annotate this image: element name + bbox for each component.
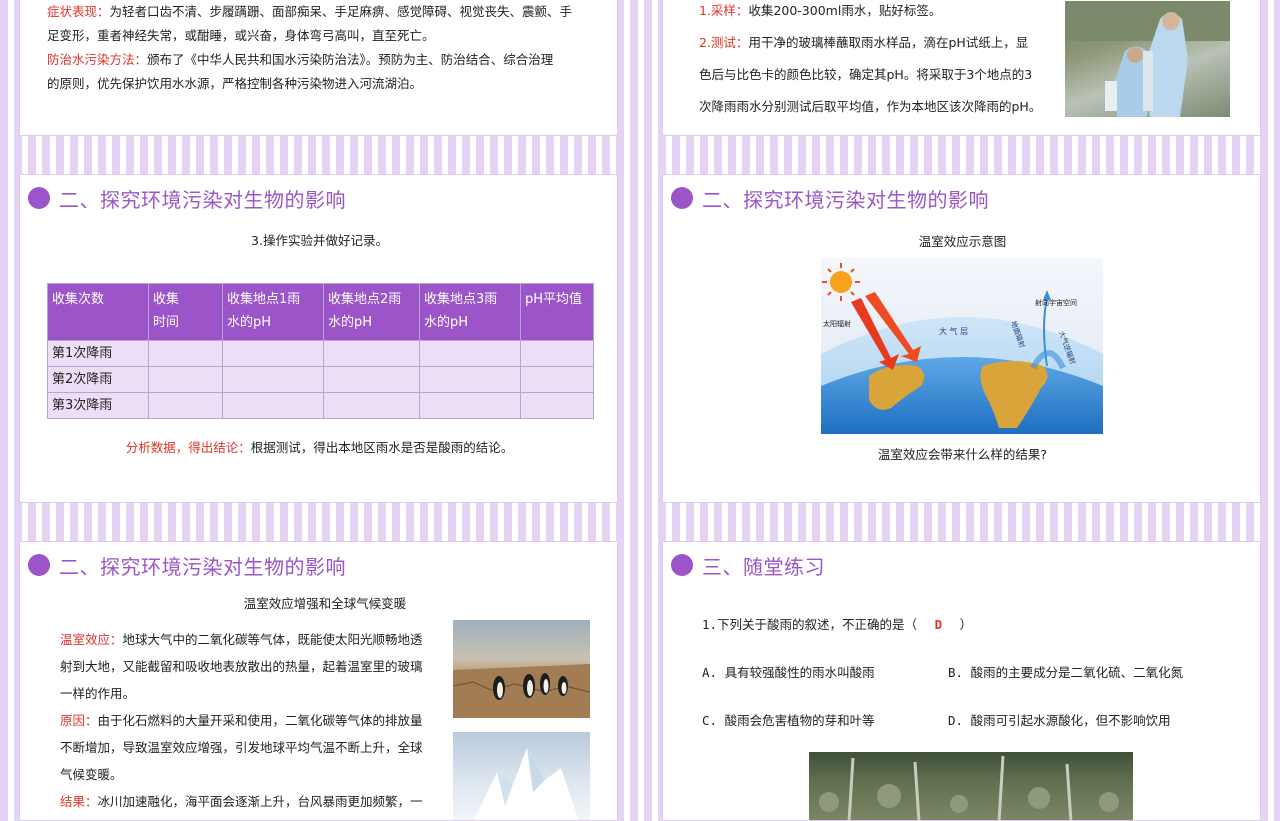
- slide-global-warming: 二、探究环境污染对生物的影响 温室效应增强和全球气候变暖 温室效应：地球大气中的…: [19, 541, 618, 821]
- table-header: pH平均值: [520, 283, 594, 341]
- step2-label: 2.测试：: [699, 35, 749, 50]
- slide-title: 二、探究环境污染对生物的影响: [59, 187, 346, 212]
- question-text: 1.下列关于酸雨的叙述，不正确的是（: [702, 617, 918, 632]
- analysis-body: 根据测试，得出本地区雨水是否是酸雨的结论。: [250, 440, 514, 455]
- label-space: 射向宇宙空间: [1035, 298, 1077, 307]
- step1-label: 1.采样：: [699, 3, 749, 18]
- iceberg-photo: [453, 732, 590, 820]
- table-header: 收集地点3雨 水的pH: [419, 283, 521, 341]
- slide-header: 二、探究环境污染对生物的影响: [28, 550, 346, 580]
- greenhouse-diagram: 太阳辐射 射向宇宙空间 大 气 层 地面辐射 大气逆辐射: [821, 258, 1103, 434]
- sampling-photo: [1065, 1, 1230, 117]
- step1-text: 收集200-300ml雨水，贴好标签。: [748, 3, 942, 18]
- option-a[interactable]: A. 具有较强酸性的雨水叫酸雨: [702, 662, 875, 681]
- table-row: 第2次降雨: [47, 366, 594, 393]
- effect-text-2: 射到大地，又能截留和吸收地表放散出的热量，起着温室里的玻璃: [60, 659, 423, 674]
- option-b[interactable]: B. 酸雨的主要成分是二氧化硫、二氧化氮: [948, 662, 1183, 681]
- slide-acid-rain-steps: 1.采样：收集200-300ml雨水，贴好标签。 2.测试：用干净的玻璃棒蘸取雨…: [662, 0, 1261, 136]
- diagram-question: 温室效应会带来什么样的结果?: [877, 447, 1048, 462]
- symptom-text-1: 为轻者口齿不清、步履蹒跚、面部痴呆、手足麻痹、感觉障碍、视觉丧失、震颤、手: [109, 4, 573, 19]
- answer-text: D: [934, 617, 943, 632]
- symptom-text-2: 足变形，重者神经失常，或酣睡，或兴奋，身体弯弓高叫，直至死亡。: [47, 28, 435, 43]
- step2-text-2: 色后与比色卡的颜色比较，确定其pH。将采取于3个地点的3: [699, 67, 1033, 82]
- label-solar: 太阳辐射: [823, 319, 851, 328]
- effect-paragraph: 温室效应：地球大气中的二氧化碳等气体，既能使太阳光顺畅地透 射到大地，又能截留和…: [60, 626, 452, 815]
- table-cell: 第2次降雨: [47, 366, 149, 393]
- result-text-1: 冰川加速融化，海平面会逐渐上升，台风暴雨更加频繁，一: [97, 794, 423, 809]
- step3-text: 3.操作实验并做好记录。: [251, 233, 388, 248]
- record-table: 收集次数 收集 时间 收集地点1雨 水的pH 收集地点2雨 水的pH 收集地点3雨 水的…: [47, 283, 594, 419]
- step2-text-1: 用干净的玻璃棒蘸取雨水样品，滴在pH试纸上，显: [748, 35, 1029, 50]
- slide-header: 二、探究环境污染对生物的影响: [671, 183, 989, 213]
- table-header: 收集次数: [47, 283, 149, 341]
- bullet-dot-icon: [671, 554, 693, 576]
- method-text-2: 的原则，优先保护饮用水水源，严格控制各种污染物进入河流湖泊。: [47, 76, 423, 91]
- slide-experiment-record: 二、探究环境污染对生物的影响 3.操作实验并做好记录。 收集次数 收集 时间 收集…: [19, 174, 618, 503]
- slide-practice: 三、随堂练习 1.下列关于酸雨的叙述，不正确的是（ D ） A. 具有较强酸性的…: [662, 541, 1261, 821]
- slide-title: 三、随堂练习: [702, 554, 825, 579]
- cause-text-1: 由于化石燃料的大量开采和使用，二氧化碳等气体的排放量: [97, 713, 423, 728]
- question-1: 1.下列关于酸雨的叙述，不正确的是（ D ）: [702, 614, 972, 633]
- option-c[interactable]: C. 酸雨会危害植物的芽和叶等: [702, 710, 875, 729]
- table-row: 第1次降雨: [47, 340, 594, 367]
- analysis-label: 分析数据，得出结论：: [125, 440, 251, 455]
- method-paragraph: 防治水污染方法：颁布了《中华人民共和国水污染防治法》。预防为主、防治结合、综合治…: [47, 48, 617, 96]
- table-header: 收集 时间: [148, 283, 223, 341]
- label-atmosphere: 大 气 层: [939, 326, 968, 336]
- bullet-dot-icon: [28, 187, 50, 209]
- table-cell: 第1次降雨: [47, 340, 149, 367]
- table-row: 第3次降雨: [47, 392, 594, 419]
- steps-paragraph: 1.采样：收集200-300ml雨水，贴好标签。 2.测试：用干净的玻璃棒蘸取雨…: [699, 0, 1069, 123]
- slide-water-pollution: 症状表现：为轻者口齿不清、步履蹒跚、面部痴呆、手足麻痹、感觉障碍、视觉丧失、震颤…: [19, 0, 618, 136]
- bullet-dot-icon: [671, 187, 693, 209]
- method-label: 防治水污染方法：: [47, 52, 148, 67]
- cause-text-3: 气候变暖。: [60, 767, 123, 782]
- symptom-paragraph: 症状表现：为轻者口齿不清、步履蹒跚、面部痴呆、手足麻痹、感觉障碍、视觉丧失、震颤…: [47, 0, 617, 48]
- result-label: 结果：: [60, 794, 98, 809]
- symptom-label: 症状表现：: [47, 4, 110, 19]
- slide-header: 三、随堂练习: [671, 550, 825, 580]
- effect-text-3: 一样的作用。: [60, 686, 136, 701]
- table-cell: 第3次降雨: [47, 392, 149, 419]
- table-header: 收集地点1雨 水的pH: [222, 283, 324, 341]
- bullet-dot-icon: [28, 554, 50, 576]
- slide-greenhouse-diagram: 二、探究环境污染对生物的影响 温室效应示意图 太阳辐射 射向宇宙空间 大 气 层…: [662, 174, 1261, 503]
- method-text-1: 颁布了《中华人民共和国水污染防治法》。预防为主、防治结合、综合治理: [147, 52, 554, 67]
- slide-title: 二、探究环境污染对生物的影响: [702, 187, 989, 212]
- forest-photo: [809, 752, 1133, 820]
- question-close: ）: [959, 617, 973, 632]
- cause-text-2: 不断增加，导致温室效应增强，引发地球平均气温不断上升，全球: [60, 740, 423, 755]
- table-header: 收集地点2雨 水的pH: [323, 283, 420, 341]
- effect-label: 温室效应：: [60, 632, 123, 647]
- option-d[interactable]: D. 酸雨可引起水源酸化，但不影响饮用: [948, 710, 1171, 729]
- cause-label: 原因：: [60, 713, 98, 728]
- effect-text-1: 地球大气中的二氧化碳等气体，既能使太阳光顺畅地透: [122, 632, 423, 647]
- slide-header: 二、探究环境污染对生物的影响: [28, 183, 346, 213]
- penguins-photo: [453, 620, 590, 718]
- step2-text-3: 次降雨雨水分别测试后取平均值，作为本地区该次降雨的pH。: [699, 99, 1042, 114]
- diagram-caption: 温室效应示意图: [918, 234, 1007, 249]
- slide-title: 二、探究环境污染对生物的影响: [59, 554, 346, 579]
- section-subtitle: 温室效应增强和全球气候变暖: [243, 596, 407, 611]
- analysis-text: 分析数据，得出结论：根据测试，得出本地区雨水是否是酸雨的结论。: [20, 436, 617, 460]
